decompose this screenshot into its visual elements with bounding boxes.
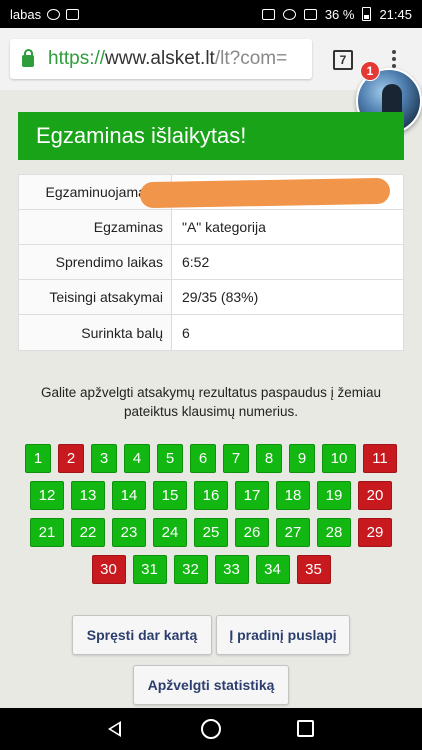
question-button-9[interactable]: 9 bbox=[289, 444, 315, 473]
row-label: Surinkta balų bbox=[19, 315, 172, 350]
question-button-16[interactable]: 16 bbox=[194, 481, 228, 510]
question-row: 21 22 23 24 25 26 27 28 29 bbox=[0, 518, 422, 547]
row-value: 29/35 (83%) bbox=[182, 289, 259, 305]
row-value: 6:52 bbox=[182, 254, 210, 270]
navigation-bar bbox=[0, 708, 422, 750]
question-button-20[interactable]: 20 bbox=[358, 481, 392, 510]
messenger-icon bbox=[47, 8, 61, 20]
question-button-3[interactable]: 3 bbox=[91, 444, 117, 473]
overflow-menu-icon[interactable] bbox=[391, 50, 397, 70]
home-button[interactable]: Į pradinį puslapį bbox=[216, 615, 350, 655]
question-button-7[interactable]: 7 bbox=[223, 444, 249, 473]
question-row: 30 31 32 33 34 35 bbox=[0, 555, 422, 584]
url-scheme: https:// bbox=[48, 48, 106, 69]
question-button-23[interactable]: 23 bbox=[112, 518, 146, 547]
question-row: 12 13 14 15 16 17 18 19 20 bbox=[0, 481, 422, 510]
question-button-12[interactable]: 12 bbox=[30, 481, 64, 510]
question-button-25[interactable]: 25 bbox=[194, 518, 228, 547]
instructions-text: Galite apžvelgti atsakymų rezultatus pas… bbox=[41, 385, 381, 419]
question-button-10[interactable]: 10 bbox=[322, 444, 356, 473]
row-label: Teisingi atsakymai bbox=[19, 280, 172, 314]
table-row: Teisingi atsakymai 29/35 (83%) bbox=[19, 280, 403, 315]
redaction-mark bbox=[139, 177, 391, 209]
url-path: /lt?com= bbox=[214, 48, 288, 69]
row-label: Sprendimo laikas bbox=[19, 245, 172, 279]
question-button-17[interactable]: 17 bbox=[235, 481, 269, 510]
table-row: Surinkta balų 6 bbox=[19, 315, 403, 350]
question-button-11[interactable]: 11 bbox=[363, 444, 397, 473]
signal-icon bbox=[303, 8, 317, 20]
back-icon[interactable] bbox=[108, 721, 121, 737]
status-bar: labas 36 % 21:45 bbox=[0, 0, 422, 28]
question-button-19[interactable]: 19 bbox=[317, 481, 351, 510]
lock-icon bbox=[22, 49, 34, 67]
question-button-28[interactable]: 28 bbox=[317, 518, 351, 547]
question-button-22[interactable]: 22 bbox=[71, 518, 105, 547]
row-label: Egzaminas bbox=[19, 210, 172, 244]
question-button-2[interactable]: 2 bbox=[58, 444, 84, 473]
recent-apps-icon[interactable] bbox=[297, 720, 314, 737]
battery-icon bbox=[362, 7, 372, 21]
question-row: 1 2 3 4 5 6 7 8 9 10 11 bbox=[0, 444, 422, 473]
question-button-18[interactable]: 18 bbox=[276, 481, 310, 510]
row-value: "A" kategorija bbox=[182, 219, 266, 235]
retry-button[interactable]: Spręsti dar kartą bbox=[72, 615, 212, 655]
question-button-13[interactable]: 13 bbox=[71, 481, 105, 510]
tab-switcher-button[interactable]: 7 bbox=[333, 50, 353, 70]
nfc-icon bbox=[261, 8, 275, 20]
question-button-31[interactable]: 31 bbox=[132, 555, 167, 584]
url-host: www.alsket.lt bbox=[105, 48, 215, 69]
statistics-button[interactable]: Apžvelgti statistiką bbox=[133, 665, 289, 705]
question-button-24[interactable]: 24 bbox=[153, 518, 187, 547]
notification-icon bbox=[66, 8, 80, 20]
question-button-29[interactable]: 29 bbox=[358, 518, 392, 547]
question-button-34[interactable]: 34 bbox=[255, 555, 290, 584]
question-button-1[interactable]: 1 bbox=[25, 444, 51, 473]
question-button-6[interactable]: 6 bbox=[190, 444, 216, 473]
question-button-8[interactable]: 8 bbox=[256, 444, 282, 473]
carrier-label: labas bbox=[10, 6, 42, 22]
question-grid: 1 2 3 4 5 6 7 8 9 10 11 12 13 14 15 16 17 18 19 20 21 22 23 2… bbox=[0, 444, 422, 592]
browser-toolbar: https:// www.alsket.lt /lt?com= 7 bbox=[0, 28, 422, 90]
question-button-15[interactable]: 15 bbox=[153, 481, 187, 510]
question-button-26[interactable]: 26 bbox=[235, 518, 269, 547]
table-row: Egzaminas "A" kategorija bbox=[19, 210, 403, 245]
table-row: Sprendimo laikas 6:52 bbox=[19, 245, 403, 280]
question-button-32[interactable]: 32 bbox=[173, 555, 208, 584]
page-title: Egzaminas išlaikytas! bbox=[36, 123, 247, 148]
row-value: 6 bbox=[182, 324, 190, 341]
question-button-5[interactable]: 5 bbox=[157, 444, 183, 473]
question-button-4[interactable]: 4 bbox=[124, 444, 150, 473]
question-button-33[interactable]: 33 bbox=[214, 555, 249, 584]
question-button-35[interactable]: 35 bbox=[296, 555, 331, 584]
notification-badge: 1 bbox=[360, 61, 380, 81]
question-button-14[interactable]: 14 bbox=[112, 481, 146, 510]
question-button-30[interactable]: 30 bbox=[91, 555, 126, 584]
battery-percent: 36 % bbox=[324, 6, 355, 22]
question-button-27[interactable]: 27 bbox=[276, 518, 310, 547]
wifi-icon bbox=[282, 8, 296, 20]
result-banner: Egzaminas išlaikytas! bbox=[18, 112, 404, 160]
address-bar[interactable]: https:// www.alsket.lt /lt?com= bbox=[10, 39, 312, 79]
home-icon[interactable] bbox=[201, 719, 221, 739]
clock: 21:45 bbox=[379, 6, 412, 22]
question-button-21[interactable]: 21 bbox=[30, 518, 64, 547]
